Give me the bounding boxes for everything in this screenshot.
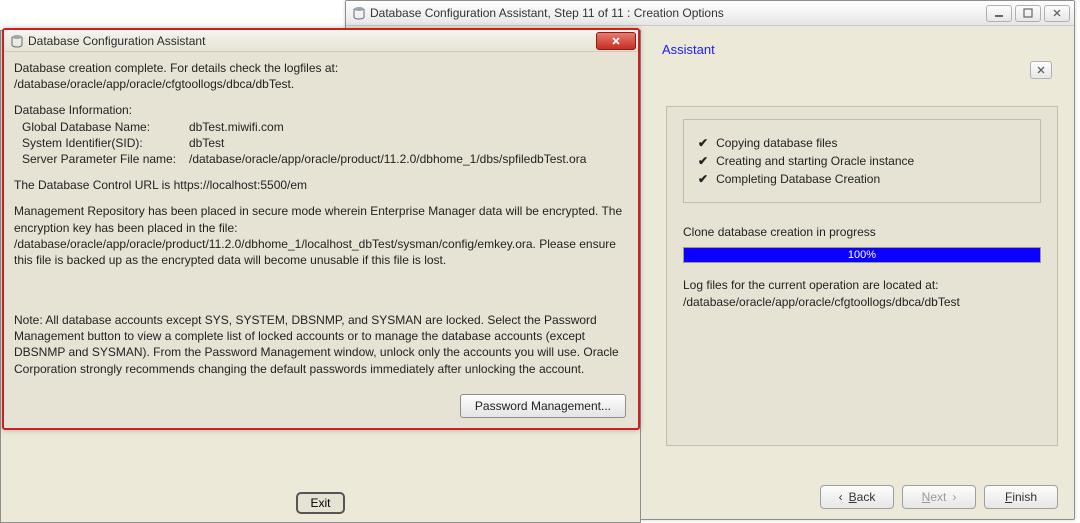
chevron-left-icon: ‹ (839, 490, 843, 504)
shell-footer: Exit (1, 492, 640, 514)
step-label: Copying database files (716, 136, 837, 150)
steps-box: ✔ Copying database files ✔ Creating and … (683, 119, 1041, 203)
info-label-spfile: Server Parameter File name: (14, 151, 189, 167)
info-value-spfile: /database/oracle/app/oracle/product/11.2… (189, 151, 628, 167)
intro-line1: Database creation complete. For details … (14, 60, 628, 76)
dialog-footer: Password Management... (460, 394, 626, 418)
check-icon: ✔ (698, 154, 708, 168)
check-icon: ✔ (698, 136, 708, 150)
log-location: Log files for the current operation are … (683, 277, 1041, 311)
chevron-right-icon: › (952, 490, 956, 504)
step-label: Creating and starting Oracle instance (716, 154, 914, 168)
exit-button[interactable]: Exit (296, 492, 344, 514)
progress-panel: ✔ Copying database files ✔ Creating and … (666, 106, 1058, 446)
password-management-button[interactable]: Password Management... (460, 394, 626, 418)
clone-db-label: Clone database creation in progress (683, 225, 1041, 239)
intro-line2: /database/oracle/app/oracle/cfgtoollogs/… (14, 76, 628, 92)
info-label-gdn: Global Database Name: (14, 119, 189, 135)
log-location-line2: /database/oracle/app/oracle/cfgtoollogs/… (683, 294, 1041, 311)
completion-dialog: Database Configuration Assistant Databas… (2, 28, 640, 430)
back-label: ack (857, 490, 876, 504)
info-row: Global Database Name: dbTest.miwifi.com (14, 119, 628, 135)
window-controls (986, 5, 1070, 22)
mgmt-repo-text: Management Repository has been placed in… (14, 203, 628, 268)
dialog-title: Database Configuration Assistant (28, 34, 596, 48)
step-row: ✔ Completing Database Creation (698, 172, 1026, 186)
finish-button[interactable]: Finish (984, 485, 1058, 509)
dialog-titlebar[interactable]: Database Configuration Assistant (4, 30, 638, 52)
check-icon: ✔ (698, 172, 708, 186)
db-info-section: Database Information: Global Database Na… (14, 102, 628, 167)
database-icon (352, 6, 366, 20)
step-row: ✔ Copying database files (698, 136, 1026, 150)
db-info-header: Database Information: (14, 102, 628, 118)
progress-text: 100% (684, 248, 1040, 262)
close-button[interactable] (1044, 5, 1070, 22)
back-button[interactable]: ‹ Back (820, 485, 894, 509)
step-row: ✔ Creating and starting Oracle instance (698, 154, 1026, 168)
maximize-button[interactable] (1015, 5, 1041, 22)
dialog-close-button[interactable] (596, 32, 636, 50)
dialog-body: Database creation complete. For details … (4, 52, 638, 395)
finish-label: inish (1012, 490, 1037, 504)
info-row: Server Parameter File name: /database/or… (14, 151, 628, 167)
database-icon (10, 34, 24, 48)
info-label-sid: System Identifier(SID): (14, 135, 189, 151)
info-value-sid: dbTest (189, 135, 628, 151)
log-location-line1: Log files for the current operation are … (683, 277, 1041, 294)
next-label: ext (930, 490, 946, 504)
minimize-button[interactable] (986, 5, 1012, 22)
wizard-titlebar[interactable]: Database Configuration Assistant, Step 1… (346, 1, 1074, 26)
info-row: System Identifier(SID): dbTest (14, 135, 628, 151)
url-line: The Database Control URL is https://loca… (14, 177, 628, 193)
step-label: Completing Database Creation (716, 172, 880, 186)
info-value-gdn: dbTest.miwifi.com (189, 119, 628, 135)
next-button: Next › (902, 485, 976, 509)
exit-label: Exit (310, 496, 330, 510)
progress-bar: 100% (683, 247, 1041, 263)
wizard-title: Database Configuration Assistant, Step 1… (370, 6, 986, 20)
note-text: Note: All database accounts except SYS, … (14, 312, 628, 377)
intro-section: Database creation complete. For details … (14, 60, 628, 92)
panel-close-button[interactable] (1030, 61, 1052, 79)
password-management-label: Password Management... (475, 399, 611, 413)
